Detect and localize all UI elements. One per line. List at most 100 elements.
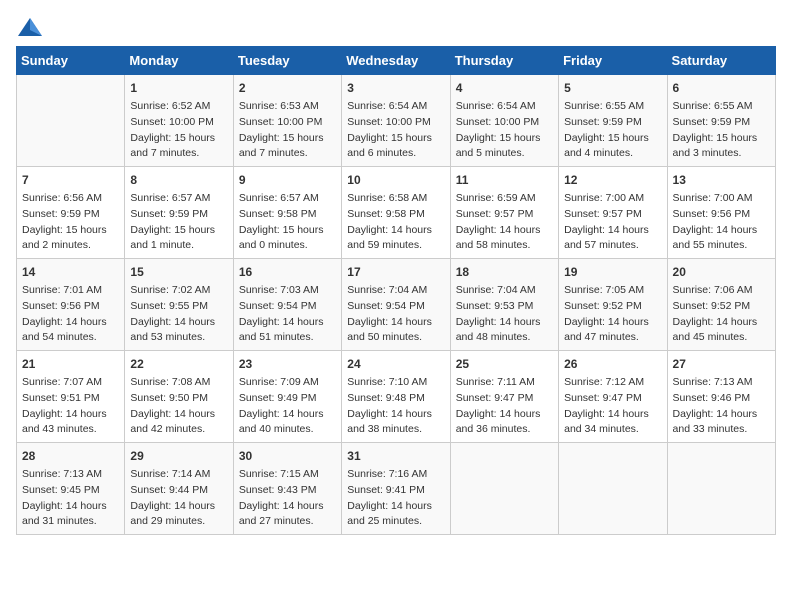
header-day-saturday: Saturday [667, 47, 775, 75]
calendar-table: SundayMondayTuesdayWednesdayThursdayFrid… [16, 46, 776, 535]
cell-3-2: 23Sunrise: 7:09 AM Sunset: 9:49 PM Dayli… [233, 351, 341, 443]
day-content: Sunrise: 7:04 AM Sunset: 9:53 PM Dayligh… [456, 283, 553, 346]
cell-4-1: 29 Sunrise: 7:14 AM Sunset: 9:44 PM Dayli… [125, 443, 233, 535]
cell-0-1: 1 Sunrise: 6:52 AM Sunset: 10:00 PM Dayli… [125, 75, 233, 167]
day-content: Sunrise: 7:06 AM Sunset: 9:52 PM Dayligh… [673, 283, 770, 346]
cell-0-4: 4Sunrise: 6:54 AM Sunset: 10:00 PM Dayli… [450, 75, 558, 167]
day-number: 18 [456, 263, 553, 281]
day-content: Sunrise: 7:07 AM Sunset: 9:51 PM Dayligh… [22, 375, 119, 438]
day-number: 2 [239, 79, 336, 97]
header-day-sunday: Sunday [17, 47, 125, 75]
cell-4-5 [559, 443, 667, 535]
cell-2-6: 20 Sunrise: 7:06 AM Sunset: 9:52 PM Dayli… [667, 259, 775, 351]
week-row-2: 14 Sunrise: 7:01 AM Sunset: 9:56 PM Dayli… [17, 259, 776, 351]
cell-0-2: 2 Sunrise: 6:53 AM Sunset: 10:00 PM Dayli… [233, 75, 341, 167]
day-number: 26 [564, 355, 661, 373]
day-content: Sunrise: 7:10 AM Sunset: 9:48 PM Dayligh… [347, 375, 444, 438]
day-number: 19 [564, 263, 661, 281]
cell-4-4 [450, 443, 558, 535]
cell-3-3: 24Sunrise: 7:10 AM Sunset: 9:48 PM Dayli… [342, 351, 450, 443]
day-number: 7 [22, 171, 119, 189]
day-number: 14 [22, 263, 119, 281]
cell-4-2: 30 Sunrise: 7:15 AM Sunset: 9:43 PM Dayli… [233, 443, 341, 535]
header-day-wednesday: Wednesday [342, 47, 450, 75]
cell-1-5: 12Sunrise: 7:00 AM Sunset: 9:57 PM Dayli… [559, 167, 667, 259]
day-number: 15 [130, 263, 227, 281]
day-number: 6 [673, 79, 770, 97]
day-number: 28 [22, 447, 119, 465]
cell-3-0: 21 Sunrise: 7:07 AM Sunset: 9:51 PM Dayli… [17, 351, 125, 443]
day-content: Sunrise: 7:01 AM Sunset: 9:56 PM Dayligh… [22, 283, 119, 346]
cell-1-3: 10Sunrise: 6:58 AM Sunset: 9:58 PM Dayli… [342, 167, 450, 259]
week-row-4: 28 Sunrise: 7:13 AM Sunset: 9:45 PM Dayli… [17, 443, 776, 535]
day-content: Sunrise: 7:14 AM Sunset: 9:44 PM Dayligh… [130, 467, 227, 530]
header-day-friday: Friday [559, 47, 667, 75]
day-number: 21 [22, 355, 119, 373]
cell-1-2: 9 Sunrise: 6:57 AM Sunset: 9:58 PM Daylig… [233, 167, 341, 259]
header-day-thursday: Thursday [450, 47, 558, 75]
day-number: 5 [564, 79, 661, 97]
day-number: 29 [130, 447, 227, 465]
cell-3-5: 26 Sunrise: 7:12 AM Sunset: 9:47 PM Dayli… [559, 351, 667, 443]
day-content: Sunrise: 6:59 AM Sunset: 9:57 PM Dayligh… [456, 191, 553, 254]
day-number: 10 [347, 171, 444, 189]
logo [16, 16, 48, 38]
day-content: Sunrise: 7:15 AM Sunset: 9:43 PM Dayligh… [239, 467, 336, 530]
day-content: Sunrise: 6:54 AM Sunset: 10:00 PM Daylig… [347, 99, 444, 162]
cell-2-1: 15Sunrise: 7:02 AM Sunset: 9:55 PM Dayli… [125, 259, 233, 351]
cell-1-4: 11 Sunrise: 6:59 AM Sunset: 9:57 PM Dayli… [450, 167, 558, 259]
cell-1-6: 13 Sunrise: 7:00 AM Sunset: 9:56 PM Dayli… [667, 167, 775, 259]
cell-0-0 [17, 75, 125, 167]
day-content: Sunrise: 7:00 AM Sunset: 9:56 PM Dayligh… [673, 191, 770, 254]
day-content: Sunrise: 7:11 AM Sunset: 9:47 PM Dayligh… [456, 375, 553, 438]
cell-0-5: 5 Sunrise: 6:55 AM Sunset: 9:59 PM Daylig… [559, 75, 667, 167]
day-content: Sunrise: 7:12 AM Sunset: 9:47 PM Dayligh… [564, 375, 661, 438]
cell-2-3: 17Sunrise: 7:04 AM Sunset: 9:54 PM Dayli… [342, 259, 450, 351]
day-content: Sunrise: 7:13 AM Sunset: 9:46 PM Dayligh… [673, 375, 770, 438]
cell-0-3: 3 Sunrise: 6:54 AM Sunset: 10:00 PM Dayli… [342, 75, 450, 167]
cell-4-3: 31Sunrise: 7:16 AM Sunset: 9:41 PM Dayli… [342, 443, 450, 535]
day-number: 16 [239, 263, 336, 281]
day-number: 9 [239, 171, 336, 189]
day-content: Sunrise: 6:56 AM Sunset: 9:59 PM Dayligh… [22, 191, 119, 254]
day-content: Sunrise: 7:09 AM Sunset: 9:49 PM Dayligh… [239, 375, 336, 438]
header-row: SundayMondayTuesdayWednesdayThursdayFrid… [17, 47, 776, 75]
cell-4-0: 28 Sunrise: 7:13 AM Sunset: 9:45 PM Dayli… [17, 443, 125, 535]
cell-0-6: 6Sunrise: 6:55 AM Sunset: 9:59 PM Daylig… [667, 75, 775, 167]
cell-3-6: 27 Sunrise: 7:13 AM Sunset: 9:46 PM Dayli… [667, 351, 775, 443]
cell-1-0: 7 Sunrise: 6:56 AM Sunset: 9:59 PM Daylig… [17, 167, 125, 259]
day-content: Sunrise: 7:13 AM Sunset: 9:45 PM Dayligh… [22, 467, 119, 530]
day-number: 27 [673, 355, 770, 373]
day-number: 22 [130, 355, 227, 373]
header-day-tuesday: Tuesday [233, 47, 341, 75]
day-number: 3 [347, 79, 444, 97]
day-content: Sunrise: 7:03 AM Sunset: 9:54 PM Dayligh… [239, 283, 336, 346]
day-content: Sunrise: 6:53 AM Sunset: 10:00 PM Daylig… [239, 99, 336, 162]
week-row-1: 7 Sunrise: 6:56 AM Sunset: 9:59 PM Daylig… [17, 167, 776, 259]
week-row-0: 1 Sunrise: 6:52 AM Sunset: 10:00 PM Dayli… [17, 75, 776, 167]
day-number: 13 [673, 171, 770, 189]
cell-2-4: 18 Sunrise: 7:04 AM Sunset: 9:53 PM Dayli… [450, 259, 558, 351]
header-day-monday: Monday [125, 47, 233, 75]
cell-3-4: 25Sunrise: 7:11 AM Sunset: 9:47 PM Dayli… [450, 351, 558, 443]
day-content: Sunrise: 6:57 AM Sunset: 9:58 PM Dayligh… [239, 191, 336, 254]
cell-1-1: 8Sunrise: 6:57 AM Sunset: 9:59 PM Daylig… [125, 167, 233, 259]
page-header [16, 16, 776, 38]
week-row-3: 21 Sunrise: 7:07 AM Sunset: 9:51 PM Dayli… [17, 351, 776, 443]
cell-2-2: 16 Sunrise: 7:03 AM Sunset: 9:54 PM Dayli… [233, 259, 341, 351]
day-content: Sunrise: 6:52 AM Sunset: 10:00 PM Daylig… [130, 99, 227, 162]
day-content: Sunrise: 6:57 AM Sunset: 9:59 PM Dayligh… [130, 191, 227, 254]
cell-4-6 [667, 443, 775, 535]
day-content: Sunrise: 7:08 AM Sunset: 9:50 PM Dayligh… [130, 375, 227, 438]
cell-2-5: 19Sunrise: 7:05 AM Sunset: 9:52 PM Dayli… [559, 259, 667, 351]
day-number: 1 [130, 79, 227, 97]
day-content: Sunrise: 6:54 AM Sunset: 10:00 PM Daylig… [456, 99, 553, 162]
day-number: 30 [239, 447, 336, 465]
logo-icon [16, 16, 44, 38]
calendar-body: 1 Sunrise: 6:52 AM Sunset: 10:00 PM Dayli… [17, 75, 776, 535]
cell-3-1: 22 Sunrise: 7:08 AM Sunset: 9:50 PM Dayli… [125, 351, 233, 443]
day-number: 11 [456, 171, 553, 189]
day-number: 20 [673, 263, 770, 281]
day-content: Sunrise: 6:55 AM Sunset: 9:59 PM Dayligh… [564, 99, 661, 162]
calendar-header: SundayMondayTuesdayWednesdayThursdayFrid… [17, 47, 776, 75]
